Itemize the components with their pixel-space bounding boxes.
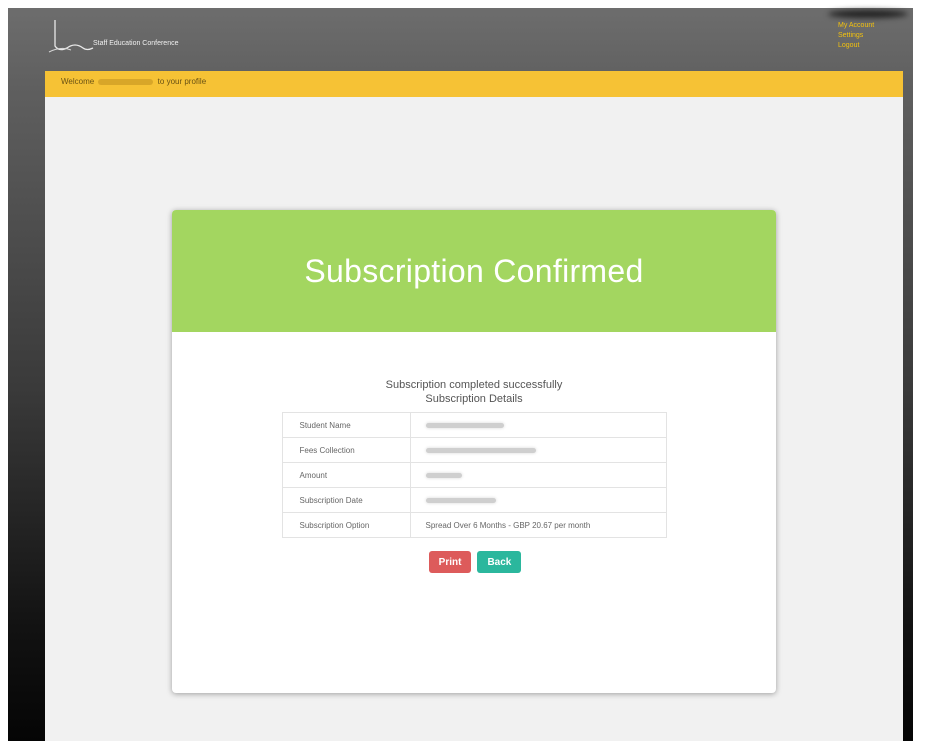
page-margin-right — [913, 0, 943, 741]
row-value — [409, 462, 667, 488]
welcome-prefix: Welcome — [61, 77, 95, 86]
row-label: Subscription Option — [281, 512, 411, 538]
welcome-bar: Welcome to your profile — [45, 71, 903, 97]
confirmation-card: Subscription Confirmed Subscription comp… — [172, 210, 776, 693]
row-value — [409, 487, 667, 513]
redacted-subscription-date — [425, 497, 496, 503]
row-label: Fees Collection — [281, 437, 411, 463]
table-row: Amount — [281, 462, 667, 488]
welcome-suffix: to your profile — [157, 77, 207, 86]
page-margin-left — [0, 0, 8, 741]
logout-link[interactable]: Logout — [838, 42, 874, 50]
settings-link[interactable]: Settings — [838, 32, 874, 40]
user-menu: My Account Settings Logout — [838, 22, 874, 50]
table-row: Subscription Date — [281, 487, 667, 513]
confirmation-message: Subscription completed successfully Subs… — [172, 378, 776, 406]
logo-text: Staff Education Conference — [93, 40, 179, 47]
back-button[interactable]: Back — [477, 551, 522, 573]
logo-icon — [48, 20, 94, 53]
redacted-student-name — [425, 422, 504, 428]
action-buttons: Print Back — [174, 551, 776, 573]
redacted-username — [98, 78, 154, 85]
table-row: Student Name — [281, 412, 667, 438]
my-account-link[interactable]: My Account — [838, 22, 874, 30]
row-value: Spread Over 6 Months - GBP 20.67 per mon… — [409, 512, 667, 538]
table-row: Subscription Option Spread Over 6 Months… — [281, 512, 667, 538]
row-label: Student Name — [281, 412, 411, 438]
row-value — [409, 412, 667, 438]
row-label: Amount — [281, 462, 411, 488]
row-label: Subscription Date — [281, 487, 411, 513]
print-button[interactable]: Print — [428, 551, 472, 573]
redacted-amount — [425, 472, 462, 478]
card-header: Subscription Confirmed — [172, 210, 776, 332]
row-value — [409, 437, 667, 463]
redacted-fees-collection — [425, 447, 536, 453]
success-message: Subscription completed successfully — [385, 379, 563, 391]
content-area: Subscription Confirmed Subscription comp… — [45, 97, 903, 741]
header-shadow — [828, 10, 908, 18]
card-title: Subscription Confirmed — [304, 252, 644, 289]
site-logo[interactable]: Staff Education Conference — [45, 18, 205, 56]
details-heading: Subscription Details — [425, 393, 523, 405]
subscription-details-table: Student Name Fees Collection Amount Subs… — [281, 412, 667, 538]
table-row: Fees Collection — [281, 437, 667, 463]
